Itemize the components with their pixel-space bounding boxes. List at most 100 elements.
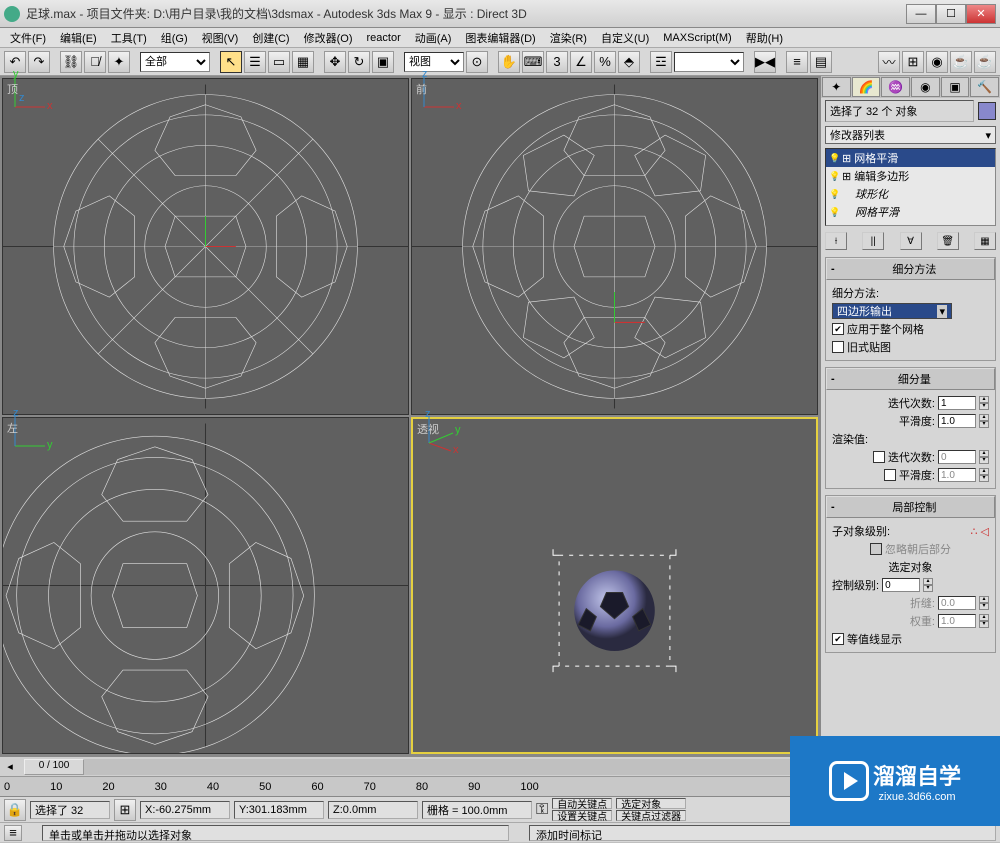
- create-tab[interactable]: ✦: [822, 77, 851, 97]
- scale-button[interactable]: ▣: [372, 51, 394, 73]
- select-name-button[interactable]: ☰: [244, 51, 266, 73]
- z-coord[interactable]: Z:0.0mm: [328, 801, 418, 819]
- menu-item[interactable]: 修改器(O): [298, 28, 359, 48]
- modifier-stack[interactable]: 💡⊞网格平滑💡⊞编辑多边形💡球形化💡网格平滑: [825, 148, 996, 226]
- mirror-button[interactable]: ▶◀: [754, 51, 776, 73]
- menu-item[interactable]: reactor: [361, 30, 407, 46]
- remove-mod-button[interactable]: 🗑: [937, 232, 959, 250]
- motion-tab[interactable]: ◉: [911, 77, 940, 97]
- modifier-item[interactable]: 💡网格平滑: [826, 203, 995, 221]
- render-smoothness-spinner[interactable]: [938, 468, 976, 482]
- named-sel-dropdown[interactable]: [674, 52, 744, 72]
- link-button[interactable]: ⛓: [60, 51, 82, 73]
- window-crossing-button[interactable]: ▦: [292, 51, 314, 73]
- viewport-left[interactable]: 左 yz: [2, 417, 409, 754]
- modifier-item[interactable]: 💡⊞编辑多边形: [826, 167, 995, 185]
- menu-item[interactable]: 工具(T): [105, 28, 153, 48]
- time-thumb[interactable]: 0 / 100: [24, 759, 84, 775]
- iterations-spinner[interactable]: [938, 396, 976, 410]
- apply-whole-mesh-checkbox[interactable]: ✔: [832, 323, 844, 335]
- bind-button[interactable]: ✦: [108, 51, 130, 73]
- rotate-button[interactable]: ↻: [348, 51, 370, 73]
- modifier-list-dropdown[interactable]: 修改器列表▾: [825, 126, 996, 144]
- smoothness-spinner[interactable]: [938, 414, 976, 428]
- x-coord[interactable]: X:-60.275mm: [140, 801, 230, 819]
- selection-filter-dropdown[interactable]: 全部: [140, 52, 210, 72]
- svg-text:x: x: [453, 444, 459, 456]
- snap-button[interactable]: 3: [546, 51, 568, 73]
- render-smooth-checkbox[interactable]: [884, 469, 896, 481]
- menu-item[interactable]: 创建(C): [246, 28, 295, 48]
- old-mapping-checkbox[interactable]: [832, 341, 844, 353]
- menu-item[interactable]: 图表编辑器(D): [459, 28, 541, 48]
- material-editor-button[interactable]: ◉: [926, 51, 948, 73]
- selection-label: 选择了 32 个 对象: [825, 100, 974, 122]
- menu-item[interactable]: 组(G): [155, 28, 194, 48]
- maxscript-button[interactable]: ≡: [4, 825, 22, 841]
- maximize-button[interactable]: ☐: [936, 4, 966, 24]
- show-end-button[interactable]: ||: [862, 232, 884, 250]
- named-sel-button[interactable]: ☲: [650, 51, 672, 73]
- layers-button[interactable]: ▤: [810, 51, 832, 73]
- utilities-tab[interactable]: 🔨: [970, 77, 999, 97]
- edge-icon[interactable]: ◁: [981, 525, 989, 538]
- vertex-icon[interactable]: ∴: [971, 525, 978, 538]
- spinner-snap-button[interactable]: ⬘: [618, 51, 640, 73]
- configure-button[interactable]: ▦: [974, 232, 996, 250]
- prompt-line-1: 单击或单击并拖动以选择对象: [42, 825, 509, 841]
- move-button[interactable]: ✥: [324, 51, 346, 73]
- keyboard-button[interactable]: ⌨: [522, 51, 544, 73]
- menu-item[interactable]: 渲染(R): [544, 28, 593, 48]
- object-color-swatch[interactable]: [978, 102, 996, 120]
- y-coord[interactable]: Y:301.183mm: [234, 801, 324, 819]
- render-iterations-spinner[interactable]: [938, 450, 976, 464]
- menu-item[interactable]: MAXScript(M): [657, 30, 737, 46]
- menu-item[interactable]: 帮助(H): [740, 28, 789, 48]
- unlink-button[interactable]: ⛓̸: [84, 51, 106, 73]
- weight-spinner[interactable]: [938, 614, 976, 628]
- curve-editor-button[interactable]: 〰: [878, 51, 900, 73]
- isoline-display-checkbox[interactable]: ✔: [832, 633, 844, 645]
- ignore-back-checkbox[interactable]: [870, 543, 882, 555]
- modify-tab[interactable]: 🌈: [852, 77, 881, 97]
- schematic-button[interactable]: ⊞: [902, 51, 924, 73]
- select-rect-button[interactable]: ▭: [268, 51, 290, 73]
- undo-button[interactable]: ↶: [4, 51, 26, 73]
- render-iter-checkbox[interactable]: [873, 451, 885, 463]
- absolute-mode-button[interactable]: ⊞: [114, 799, 136, 821]
- menu-item[interactable]: 视图(V): [196, 28, 245, 48]
- menu-item[interactable]: 编辑(E): [54, 28, 103, 48]
- angle-snap-button[interactable]: ∠: [570, 51, 592, 73]
- viewport-perspective[interactable]: 透视 xzy: [411, 417, 818, 754]
- quick-render-button[interactable]: ☕: [974, 51, 996, 73]
- minimize-button[interactable]: —: [906, 4, 936, 24]
- menu-item[interactable]: 自定义(U): [595, 28, 655, 48]
- window-title: 足球.max - 项目文件夹: D:\用户目录\我的文档\3dsmax - Au…: [26, 5, 906, 22]
- control-level-spinner[interactable]: [882, 578, 920, 592]
- set-key-button[interactable]: 设置关键点: [552, 810, 612, 821]
- key-filters-button[interactable]: 关键点过滤器: [616, 810, 686, 821]
- lock-selection-button[interactable]: 🔒: [4, 799, 26, 821]
- redo-button[interactable]: ↷: [28, 51, 50, 73]
- modifier-item[interactable]: 💡⊞网格平滑: [826, 149, 995, 167]
- ref-coord-dropdown[interactable]: 视图: [404, 52, 464, 72]
- close-button[interactable]: ✕: [966, 4, 996, 24]
- manipulate-button[interactable]: ✋: [498, 51, 520, 73]
- select-button[interactable]: ↖: [220, 51, 242, 73]
- menu-item[interactable]: 动画(A): [409, 28, 458, 48]
- viewport-front[interactable]: 前 xz: [411, 78, 818, 415]
- render-scene-button[interactable]: ☕: [950, 51, 972, 73]
- pin-stack-button[interactable]: ⟊: [825, 232, 847, 250]
- viewport-top[interactable]: 顶 xyz: [2, 78, 409, 415]
- percent-snap-button[interactable]: %: [594, 51, 616, 73]
- modifier-item[interactable]: 💡球形化: [826, 185, 995, 203]
- menu-item[interactable]: 文件(F): [4, 28, 52, 48]
- align-button[interactable]: ≡: [786, 51, 808, 73]
- crease-spinner[interactable]: [938, 596, 976, 610]
- pivot-button[interactable]: ⊙: [466, 51, 488, 73]
- make-unique-button[interactable]: ∀: [900, 232, 922, 250]
- subdiv-method-dropdown[interactable]: 四边形输出▾: [832, 303, 952, 319]
- display-tab[interactable]: ▣: [941, 77, 970, 97]
- key-icon[interactable]: ⚿: [536, 801, 548, 819]
- hierarchy-tab[interactable]: ♒: [881, 77, 910, 97]
